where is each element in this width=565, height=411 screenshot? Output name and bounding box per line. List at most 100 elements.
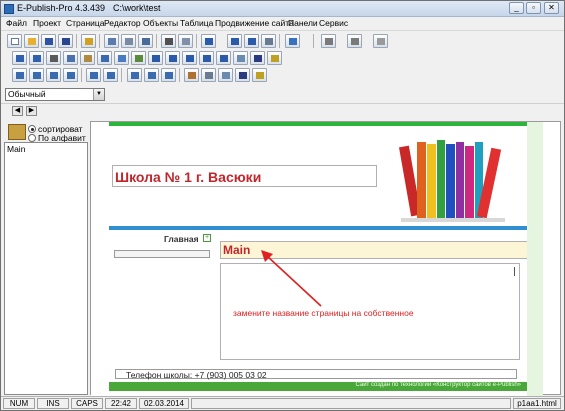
- chevron-down-icon[interactable]: ▼: [93, 89, 104, 100]
- insert-row-icon[interactable]: [321, 34, 336, 48]
- nav-link-home[interactable]: Главная: [164, 234, 199, 244]
- status-message: [191, 398, 511, 409]
- menu-editor[interactable]: Редактор: [104, 18, 141, 28]
- justify-icon[interactable]: [63, 68, 78, 82]
- align-right-icon[interactable]: [46, 68, 61, 82]
- open-folder-icon[interactable]: [24, 34, 39, 48]
- navigation-bar: ◀ ▶: [1, 103, 564, 118]
- new-page-icon[interactable]: [7, 34, 22, 48]
- bullet-list-icon[interactable]: [86, 68, 101, 82]
- toolbar-area: [1, 30, 564, 87]
- horizontal-line-icon[interactable]: [218, 68, 233, 82]
- print-icon[interactable]: [121, 34, 136, 48]
- grid-icon[interactable]: [373, 34, 388, 48]
- status-bar: NUM INS CAPS 22:42 02.03.2014 p1aa1.html: [1, 396, 564, 410]
- status-date: 02.03.2014: [139, 398, 189, 409]
- link-icon[interactable]: [148, 51, 163, 65]
- status-num: NUM: [3, 398, 35, 409]
- code-icon[interactable]: [216, 51, 231, 65]
- sort-radio-alpha[interactable]: [28, 134, 36, 142]
- vk-icon[interactable]: [138, 34, 153, 48]
- font-icon[interactable]: [250, 51, 265, 65]
- menu-service[interactable]: Сервис: [319, 18, 348, 28]
- replace-icon[interactable]: [114, 51, 129, 65]
- cut-icon[interactable]: [46, 51, 61, 65]
- maximize-button[interactable]: ▫: [526, 2, 541, 14]
- status-caps: CAPS: [71, 398, 103, 409]
- app-icon: [4, 4, 14, 14]
- menu-objects[interactable]: Объекты: [143, 18, 178, 28]
- site-title-box[interactable]: Школа № 1 г. Васюки: [112, 165, 377, 187]
- image-icon[interactable]: [131, 51, 146, 65]
- phone-text: Телефон школы: +7 (903) 005 03 02: [126, 370, 267, 380]
- page-list-item[interactable]: Main: [7, 144, 25, 154]
- publish-icon[interactable]: [81, 34, 96, 48]
- paragraph-icon[interactable]: [161, 68, 176, 82]
- site-title: Школа № 1 г. Васюки: [115, 169, 262, 185]
- forward-arrow-icon[interactable]: ▶: [26, 106, 37, 116]
- text-cursor: [514, 267, 515, 276]
- annotation-arrow: [261, 250, 322, 307]
- remove-icon[interactable]: [227, 34, 242, 48]
- paragraph-style-value: Обычный: [8, 89, 46, 99]
- back-arrow-icon[interactable]: ◀: [12, 106, 23, 116]
- minimize-button[interactable]: _: [509, 2, 524, 14]
- numbered-list-icon[interactable]: [103, 68, 118, 82]
- align-center-icon[interactable]: [29, 68, 44, 82]
- paste-icon[interactable]: [80, 51, 95, 65]
- object-icon[interactable]: [182, 51, 197, 65]
- outdent-icon[interactable]: [144, 68, 159, 82]
- footer-text: Сайт создан по технологии «Конструктор с…: [355, 382, 521, 388]
- save-all-icon[interactable]: [58, 34, 73, 48]
- menu-page[interactable]: Страница: [66, 18, 105, 28]
- help-icon[interactable]: [244, 34, 259, 48]
- app-window: E-Publish-Pro 4.3.439 C:\work\test _ ▫ ✕…: [0, 0, 565, 411]
- menu-bar: Файл Проект Страница Редактор Объекты Та…: [1, 17, 564, 30]
- status-time: 22:42: [105, 398, 137, 409]
- highlight-icon[interactable]: [252, 68, 267, 82]
- list-icon[interactable]: [201, 68, 216, 82]
- title-bar: E-Publish-Pro 4.3.439 C:\work\test _ ▫ ✕: [1, 1, 564, 17]
- copy-icon[interactable]: [63, 51, 78, 65]
- add-icon[interactable]: [201, 34, 216, 48]
- text-style-icon[interactable]: [161, 34, 176, 48]
- undo-icon[interactable]: [12, 51, 27, 65]
- status-ins: INS: [37, 398, 69, 409]
- page-list-panel: сортироват По алфавит Main: [4, 121, 88, 395]
- pen-icon[interactable]: [184, 68, 199, 82]
- insert-image-icon[interactable]: [233, 51, 248, 65]
- align-left-icon[interactable]: [12, 68, 27, 82]
- save-icon[interactable]: [41, 34, 56, 48]
- menu-panels[interactable]: Панели: [288, 18, 318, 28]
- menu-site-promotion[interactable]: Продвижение сайта: [215, 18, 294, 28]
- menu-file[interactable]: Файл: [6, 18, 27, 28]
- document-icon[interactable]: [261, 34, 276, 48]
- divider-stripe: [109, 226, 527, 230]
- indent-icon[interactable]: [127, 68, 142, 82]
- sort-icon[interactable]: [8, 124, 26, 140]
- page-list: Main: [4, 142, 88, 395]
- text-color-icon[interactable]: [235, 68, 250, 82]
- site-footer: Сайт создан по технологии «Конструктор с…: [109, 382, 527, 391]
- redo-icon[interactable]: [29, 51, 44, 65]
- table-icon[interactable]: [178, 34, 193, 48]
- app-title: E-Publish-Pro 4.3.439: [17, 3, 106, 13]
- page-editor: Школа № 1 г. Васюки Главная + Main замен…: [90, 121, 561, 396]
- phone-bar[interactable]: Телефон школы: +7 (903) 005 03 02: [115, 369, 517, 380]
- editor-left-margin: [91, 122, 109, 396]
- rss-icon[interactable]: [285, 34, 300, 48]
- annotation-text: замените название страницы на собственно…: [233, 308, 414, 318]
- delete-row-icon[interactable]: [347, 34, 362, 48]
- paragraph-style-select[interactable]: Обычный ▼: [5, 88, 105, 101]
- menu-project[interactable]: Проект: [33, 18, 61, 28]
- close-button[interactable]: ✕: [544, 2, 559, 14]
- font-color-icon[interactable]: [267, 51, 282, 65]
- menu-table[interactable]: Таблица: [180, 18, 213, 28]
- anchor-icon[interactable]: [165, 51, 180, 65]
- find-icon[interactable]: [97, 51, 112, 65]
- add-nav-item-button[interactable]: +: [203, 234, 211, 242]
- preview-icon[interactable]: [104, 34, 119, 48]
- project-path: C:\work\test: [113, 3, 161, 13]
- sort-radio-order[interactable]: [28, 125, 36, 133]
- media-icon[interactable]: [199, 51, 214, 65]
